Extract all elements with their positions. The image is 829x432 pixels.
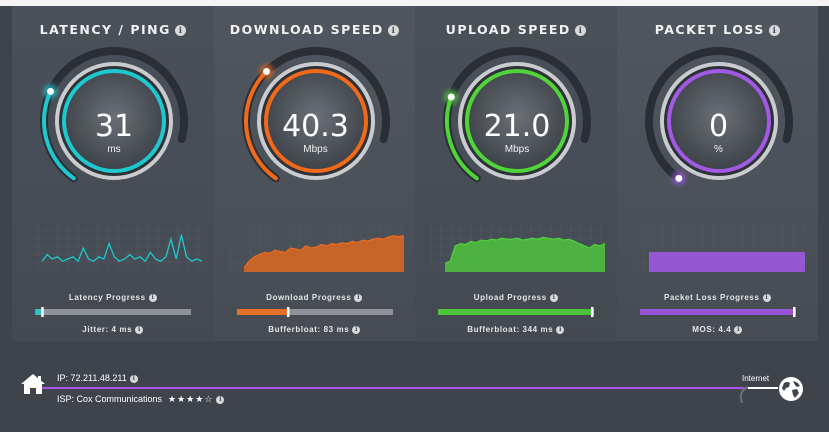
latency-gauge: 31 ms [34, 46, 194, 196]
upload-gauge: 21.0 Mbps [437, 46, 597, 196]
progress-marker [792, 307, 795, 317]
connection-line-end [748, 387, 778, 389]
rating-stars: ★★★★☆ [168, 395, 214, 405]
info-icon[interactable]: i [556, 326, 565, 334]
info-icon[interactable]: i [574, 25, 586, 36]
info-icon[interactable]: i [387, 25, 399, 36]
progress-fill [639, 309, 796, 315]
bufferbloat-label: Bufferbloat: 344 ms i [415, 325, 617, 334]
progress-track-bg [35, 309, 191, 315]
info-icon[interactable]: i [135, 326, 144, 334]
isp-name: ISP: Cox Communications ★★★★☆ i [57, 394, 225, 405]
packet-loss-gauge: 0 % [639, 46, 799, 196]
panel-title: LATENCY / PING i [12, 22, 214, 37]
connection-footer: IP: 72.211.48.211 i ISP: Cox Communicatio… [0, 341, 829, 432]
globe-icon [778, 376, 804, 402]
info-icon[interactable]: i [148, 294, 157, 302]
progress-label: Upload Progress i [415, 293, 617, 302]
ip-address: IP: 72.211.48.211 i [57, 373, 138, 383]
gauge-unit: Mbps [504, 144, 530, 155]
packet-loss-graph [632, 222, 807, 272]
graph-area [648, 252, 805, 272]
progress-marker [286, 307, 289, 317]
progress-fill [438, 309, 594, 315]
latency-graph [28, 222, 202, 272]
packet-loss-panel: PACKET LOSS i 0 % Packet Loss Progress i M… [616, 6, 819, 341]
internet-label: Internet [742, 374, 770, 383]
gauge-unit: ms [107, 144, 121, 155]
progress-bar [639, 307, 796, 317]
gauge-unit: Mbps [303, 144, 328, 155]
gauge-knob [674, 174, 682, 182]
progress-marker [591, 307, 594, 317]
panel-title: DOWNLOAD SPEED i [214, 22, 416, 37]
download-graph [229, 222, 404, 272]
download-panel: DOWNLOAD SPEED i 40.3 Mbps Download Progr… [213, 6, 416, 341]
progress-fill [236, 309, 287, 315]
connection-line [40, 387, 752, 389]
panel-title: UPLOAD SPEED i [415, 22, 617, 37]
info-icon[interactable]: i [762, 294, 771, 302]
gauge-knob [262, 68, 270, 76]
swirl-icon [736, 385, 750, 405]
info-icon[interactable]: i [768, 25, 780, 36]
gauge-unit: % [714, 144, 723, 155]
info-icon[interactable]: i [216, 396, 225, 404]
gauge-value: 31 [94, 109, 134, 144]
gauge-value: 40.3 [282, 109, 349, 144]
progress-bar [438, 307, 594, 317]
info-icon[interactable]: i [352, 326, 361, 334]
panel-title: PACKET LOSS i [617, 22, 819, 37]
gauge-value: 21.0 [483, 109, 551, 144]
upload-graph [431, 222, 605, 272]
progress-label: Download Progress i [214, 293, 416, 302]
info-icon[interactable]: i [354, 294, 363, 302]
upload-panel: UPLOAD SPEED i 21.0 Mbps Upload Progress i… [415, 6, 617, 341]
info-icon[interactable]: i [734, 326, 743, 334]
progress-label: Latency Progress i [12, 293, 214, 302]
progress-fill [35, 309, 42, 315]
home-icon [20, 373, 46, 395]
progress-bar [35, 307, 191, 317]
metrics-panels: LATENCY / PING i 31 ms Latency Progress i … [12, 6, 818, 341]
progress-marker [41, 307, 44, 317]
bufferbloat-label: Bufferbloat: 83 ms i [214, 325, 416, 334]
info-icon[interactable]: i [129, 375, 138, 383]
info-icon[interactable]: i [174, 25, 186, 36]
mos-label: MOS: 4.4 i [617, 325, 819, 334]
info-icon[interactable]: i [549, 294, 558, 302]
progress-label: Packet Loss Progress i [617, 293, 819, 302]
progress-bar [236, 307, 393, 317]
gauge-knob [447, 93, 455, 101]
jitter-label: Jitter: 4 ms i [12, 325, 214, 334]
graph-area [243, 235, 404, 272]
gauge-value: 0 [708, 109, 729, 144]
download-gauge: 40.3 Mbps [236, 46, 396, 196]
gauge-knob [47, 87, 55, 95]
latency-panel: LATENCY / PING i 31 ms Latency Progress i … [12, 6, 214, 341]
